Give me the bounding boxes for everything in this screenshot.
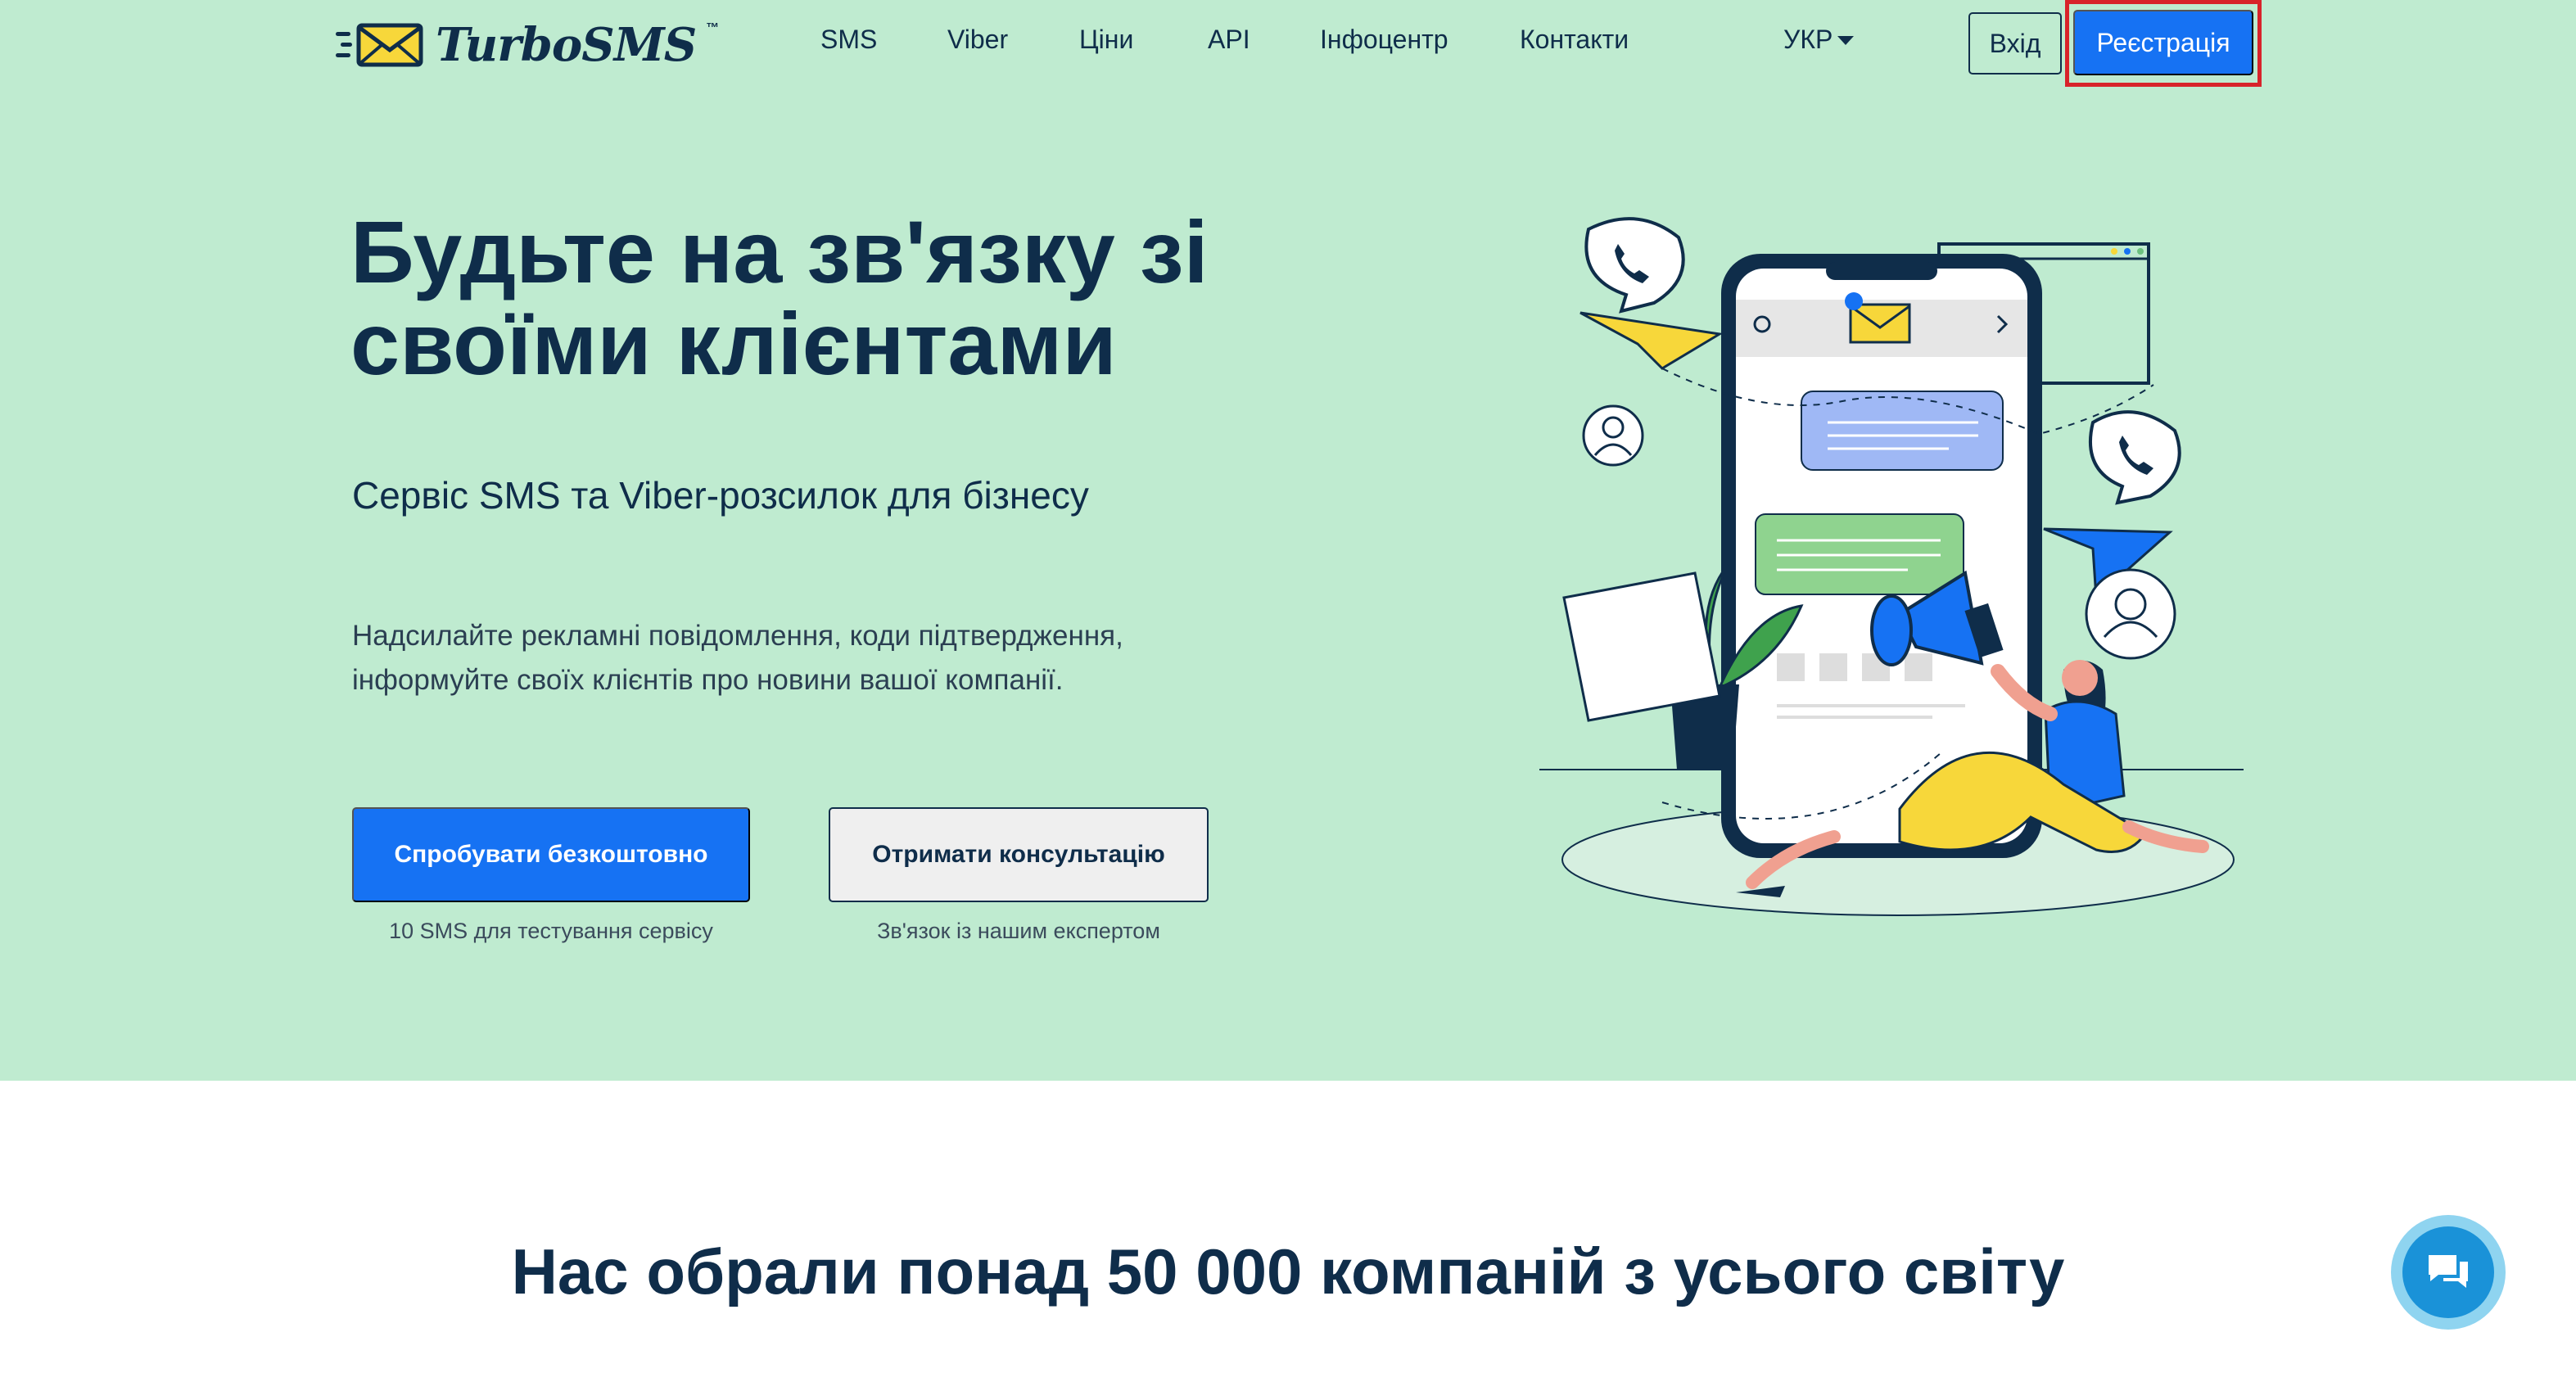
page-title: Будьте на зв'язку зі своїми клієнтами (350, 206, 1333, 390)
title-line-2: своїми клієнтами (350, 294, 1117, 393)
nav-item-prices[interactable]: Ціни (1079, 25, 1133, 55)
try-free-button[interactable]: Спробувати безкоштовно (352, 807, 750, 902)
hero-illustration (1539, 217, 2244, 916)
login-button[interactable]: Вхід (1968, 12, 2062, 75)
nav-item-sms[interactable]: SMS (820, 25, 877, 55)
nav-item-infocenter[interactable]: Інфоцентр (1320, 25, 1448, 55)
chat-widget-button[interactable] (2391, 1215, 2506, 1330)
companies-heading: Нас обрали понад 50 000 компаній з усьог… (511, 1235, 2065, 1307)
nav-item-viber[interactable]: Viber (947, 25, 1008, 55)
hero-description: Надсилайте рекламні повідомлення, коди п… (352, 614, 1253, 702)
logo[interactable]: TurboSMS ™ (334, 18, 719, 72)
user-avatar-icon (1582, 404, 1644, 467)
caret-down-icon (1837, 35, 1855, 45)
chat-widget-inner (2402, 1226, 2494, 1318)
register-button[interactable]: Реєстрація (2073, 10, 2253, 75)
nav-item-contacts[interactable]: Контакти (1520, 25, 1629, 55)
chat-bubbles-icon (2429, 1255, 2468, 1288)
description-line-2: інформуйте своїх клієнтів про новини ваш… (352, 664, 1064, 696)
nav-item-api[interactable]: API (1208, 25, 1250, 55)
envelope-logo-icon (336, 23, 423, 67)
title-line-1: Будьте на зв'язку зі (350, 202, 1209, 301)
language-label: УКР (1783, 25, 1833, 54)
paper-plane-yellow-icon (1579, 311, 1724, 370)
logo-text: TurboSMS (436, 18, 697, 72)
hero-subtitle: Сервіс SMS та Viber-розсилок для бізнесу (352, 474, 1089, 517)
user-avatar-icon (2085, 568, 2176, 660)
envelope-icon (1849, 303, 1911, 344)
language-selector[interactable]: УКР (1783, 25, 1855, 55)
description-line-1: Надсилайте рекламні повідомлення, коди п… (352, 620, 1123, 652)
try-free-caption: 10 SMS для тестування сервісу (389, 919, 713, 943)
get-consultation-button[interactable]: Отримати консультацію (829, 807, 1209, 902)
viber-bubble-icon (1584, 217, 1685, 314)
viber-bubble-icon (2089, 410, 2181, 505)
consultation-caption: Зв'язок із нашим експертом (877, 919, 1160, 943)
logo-trademark: ™ (706, 21, 720, 35)
notification-badge-icon (1845, 292, 1863, 310)
